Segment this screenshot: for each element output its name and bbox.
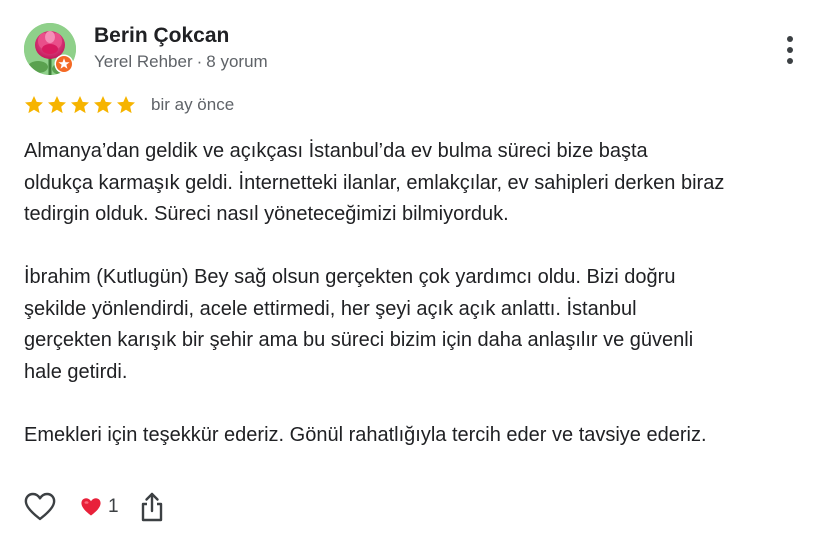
review-actions: 1 xyxy=(22,489,167,525)
meta-separator: · xyxy=(196,52,203,71)
like-button[interactable] xyxy=(22,489,58,525)
review-card: Berin Çokcan Yerel Rehber · 8 yorum bir ay… xyxy=(0,0,819,536)
more-vertical-icon xyxy=(787,36,793,64)
review-paragraph: Almanya’dan geldik ve açıkçası İstanbul’… xyxy=(24,140,725,225)
star-icon xyxy=(117,96,135,114)
author-review-count: 8 yorum xyxy=(206,52,268,71)
reaction-count: 1 xyxy=(108,496,119,517)
author-name[interactable]: Berin Çokcan xyxy=(94,24,229,48)
share-icon xyxy=(141,492,162,522)
author-meta: Yerel Rehber · 8 yorum xyxy=(94,52,268,72)
star-icon xyxy=(48,96,66,114)
reaction-summary[interactable]: 1 xyxy=(80,496,119,518)
rating-row: bir ay önce xyxy=(23,93,234,117)
more-options-button[interactable] xyxy=(776,32,804,68)
star-rating xyxy=(23,94,137,116)
star-icon xyxy=(71,96,89,114)
share-button[interactable] xyxy=(137,489,167,525)
star-icon xyxy=(25,96,43,114)
red-heart-icon xyxy=(81,498,101,516)
review-paragraph: İbrahim (Kutlugün) Bey sağ olsun gerçekt… xyxy=(24,266,694,383)
review-text: Almanya’dan geldik ve açıkçası İstanbul’… xyxy=(24,136,804,451)
star-icon xyxy=(94,96,112,114)
heart-outline-icon xyxy=(24,492,56,521)
author-role: Yerel Rehber xyxy=(94,52,193,71)
review-paragraph: Emekleri için teşekkür ederiz. Gönül rah… xyxy=(24,423,707,446)
local-guide-badge-icon xyxy=(54,54,74,74)
review-date: bir ay önce xyxy=(151,95,235,114)
